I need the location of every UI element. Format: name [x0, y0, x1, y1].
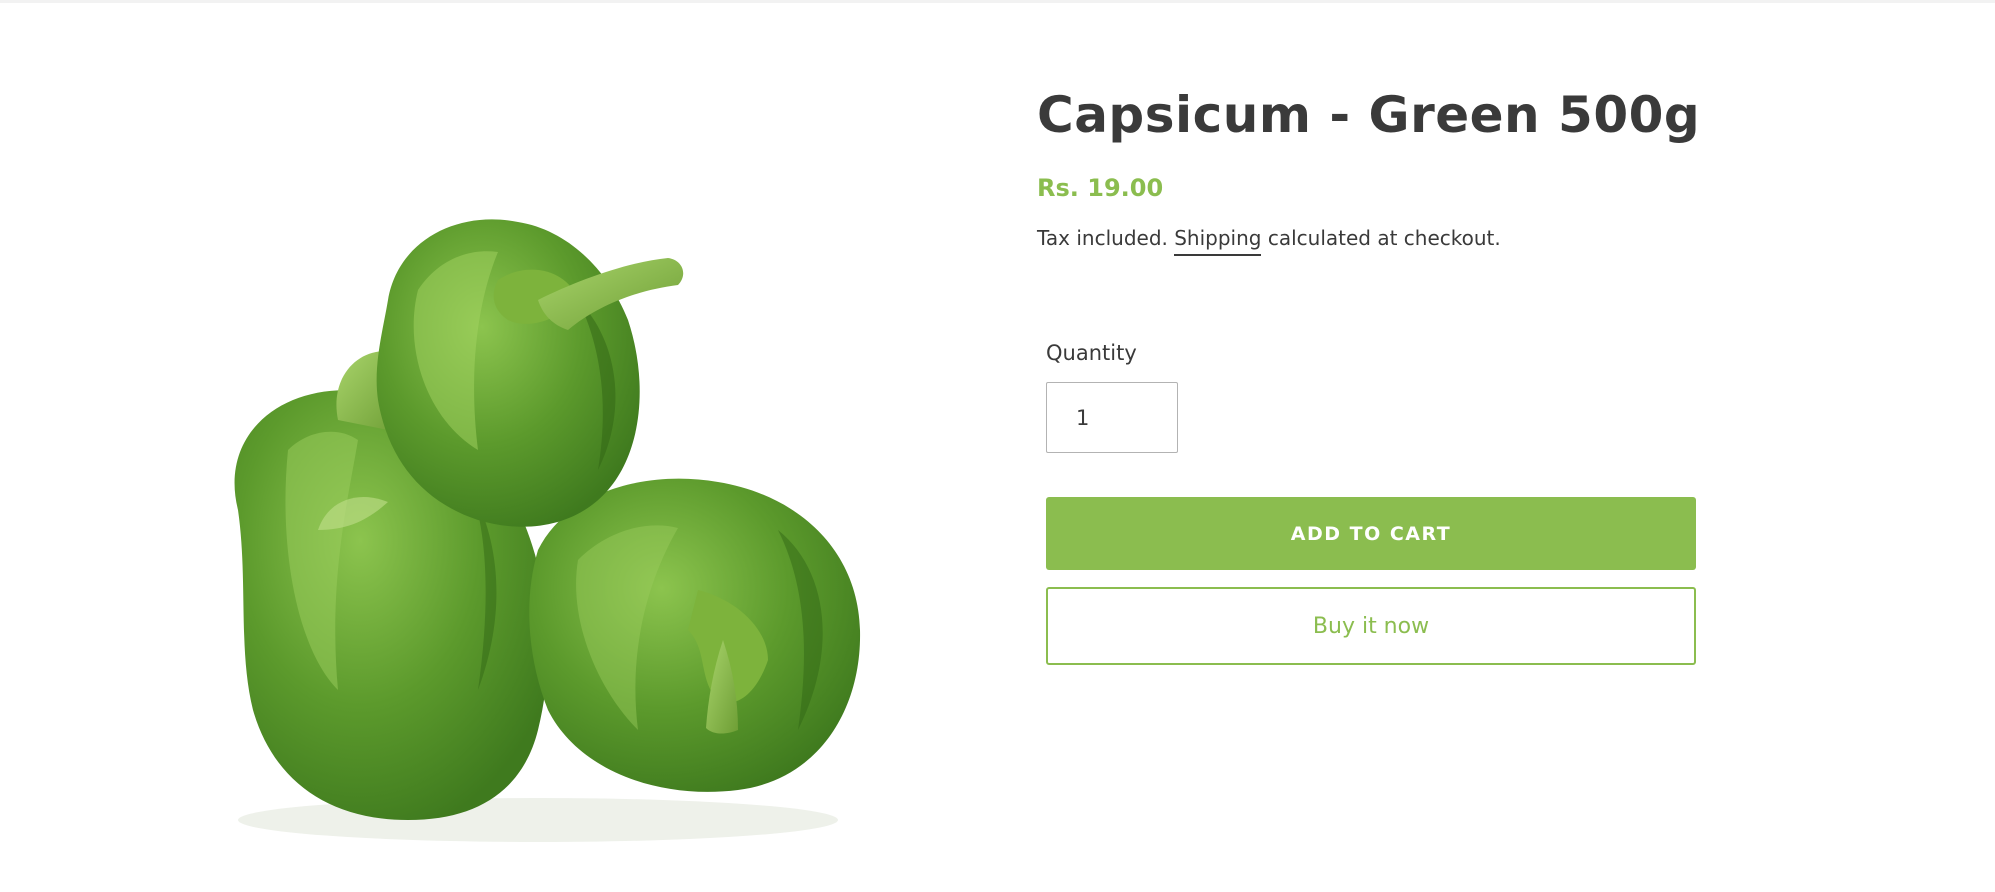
quantity-label: Quantity [1046, 341, 1137, 365]
pepper-top [376, 219, 684, 527]
pepper-right [529, 478, 861, 792]
buy-now-button[interactable]: Buy it now [1046, 587, 1696, 665]
tax-note-prefix: Tax included. [1037, 226, 1175, 250]
green-capsicum-photo-icon [234, 219, 861, 842]
quantity-input[interactable] [1046, 382, 1178, 453]
product-price: Rs. 19.00 [1037, 174, 1164, 202]
add-to-cart-button[interactable]: ADD TO CART [1046, 497, 1696, 570]
product-image[interactable] [178, 130, 918, 870]
tax-note: Tax included. Shipping calculated at che… [1037, 226, 1501, 256]
shipping-link[interactable]: Shipping [1174, 226, 1262, 256]
header-divider [0, 0, 1995, 3]
tax-note-suffix: calculated at checkout. [1261, 226, 1501, 250]
product-title: Capsicum - Green 500g [1037, 86, 1701, 144]
